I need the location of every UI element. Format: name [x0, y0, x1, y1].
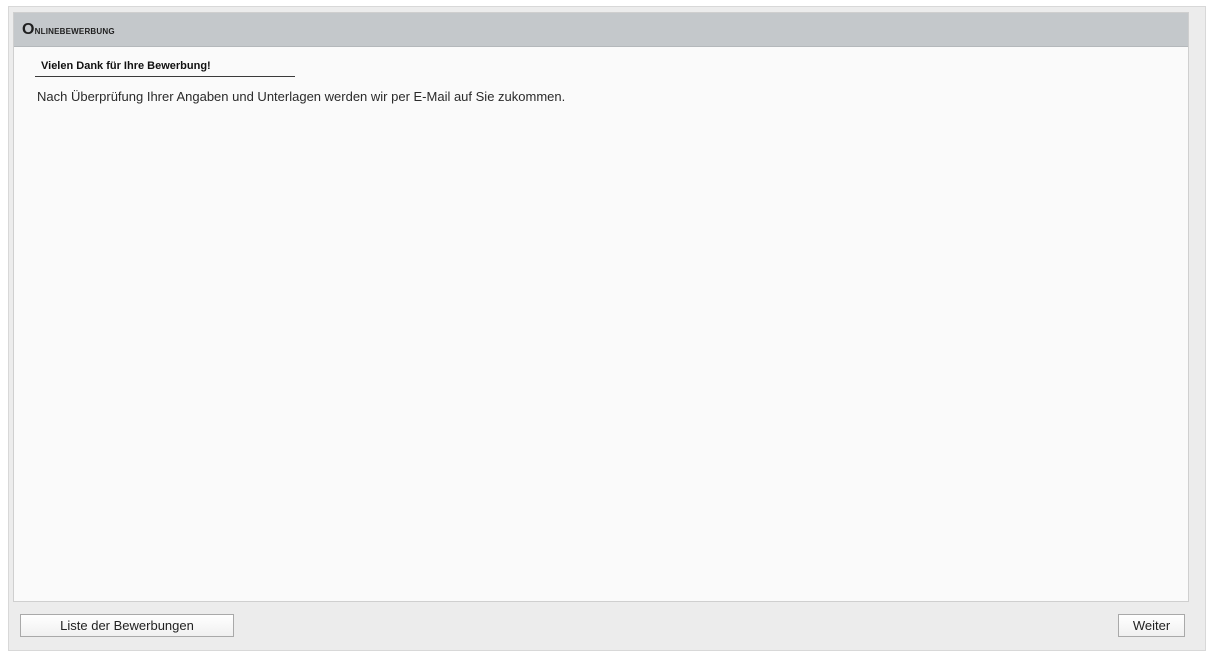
page-title-initial: O — [22, 20, 35, 38]
thank-you-heading: Vielen Dank für Ihre Bewerbung! — [35, 60, 295, 77]
panel-content: Vielen Dank für Ihre Bewerbung! Nach Übe… — [14, 47, 1188, 104]
page-title: ONLINEBEWERBUNG — [22, 21, 115, 39]
next-button[interactable]: Weiter — [1118, 614, 1185, 637]
application-list-button[interactable]: Liste der Bewerbungen — [20, 614, 234, 637]
panel-header: ONLINEBEWERBUNG — [14, 13, 1188, 47]
page-title-rest: NLINEBEWERBUNG — [34, 22, 115, 37]
confirmation-message: Nach Überprüfung Ihrer Angaben und Unter… — [37, 89, 566, 104]
application-panel: ONLINEBEWERBUNG Vielen Dank für Ihre Bew… — [13, 12, 1189, 602]
